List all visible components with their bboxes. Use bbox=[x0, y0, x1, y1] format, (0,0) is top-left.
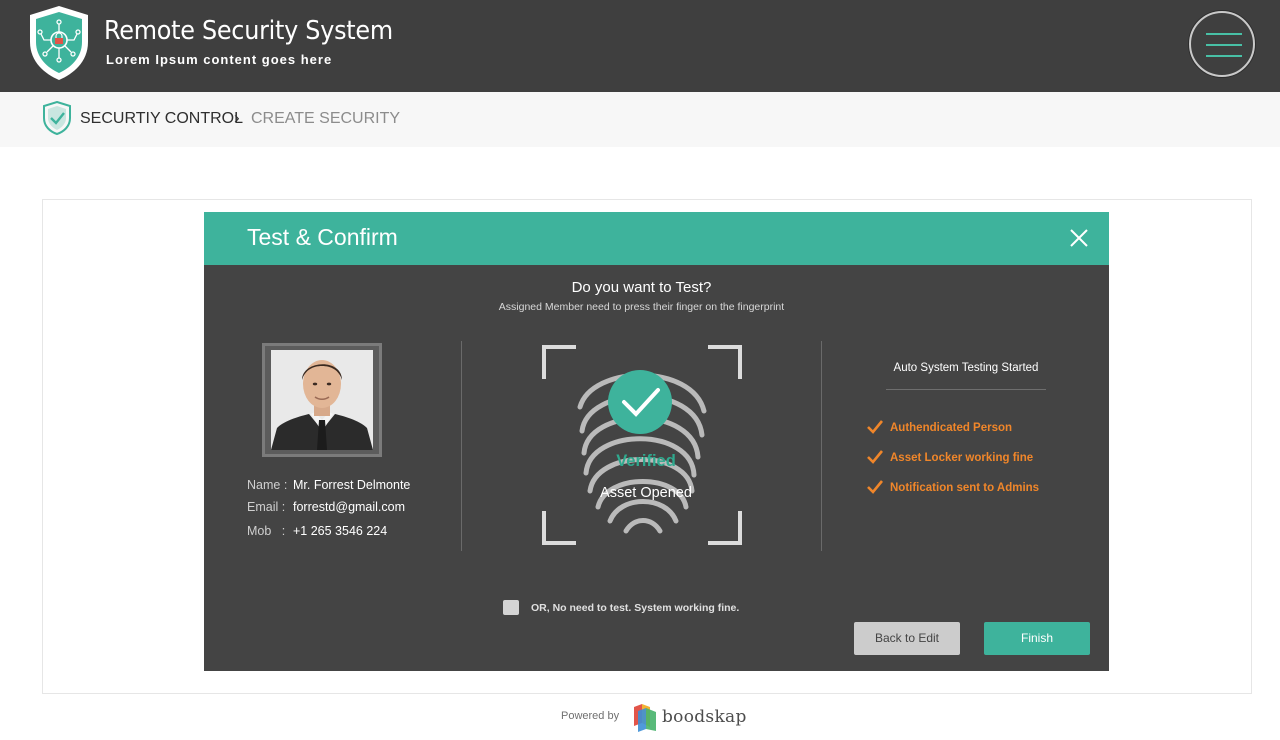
skip-test-label[interactable]: OR, No need to test. System working fine… bbox=[531, 602, 739, 614]
chevron-right-icon: › bbox=[234, 108, 240, 127]
mob-label: Mob : bbox=[247, 524, 286, 538]
powered-by-label: Powered by bbox=[561, 710, 620, 722]
boodskap-brand[interactable]: boodskap bbox=[662, 707, 747, 727]
breadcrumb-current: CREATE SECURITY bbox=[251, 110, 401, 127]
fingerprint-scanner-icon bbox=[542, 345, 742, 545]
menu-button[interactable] bbox=[1189, 11, 1255, 77]
member-photo-frame bbox=[262, 343, 382, 457]
checkmark-icon bbox=[867, 480, 884, 494]
member-photo bbox=[271, 350, 373, 450]
email-label: Email : bbox=[247, 500, 286, 514]
test-question: Do you want to Test? bbox=[571, 279, 712, 296]
app-header: Remote Security System Lorem Ipsum conte… bbox=[0, 0, 1280, 92]
breadcrumb: SECURTIY CONTROL › CREATE SECURITY bbox=[0, 92, 1280, 147]
verified-status: Verified bbox=[616, 452, 676, 470]
modal-title: Test & Confirm bbox=[247, 224, 398, 250]
finish-button[interactable]: Finish bbox=[984, 622, 1090, 655]
member-name: Mr. Forrest Delmonte bbox=[293, 478, 411, 492]
modal-header: Test & Confirm bbox=[204, 212, 1109, 265]
checkmark-icon bbox=[867, 420, 884, 434]
app-subtitle: Lorem Ipsum content goes here bbox=[106, 52, 333, 67]
name-label: Name : bbox=[247, 478, 288, 492]
auto-test-underline bbox=[886, 389, 1046, 390]
member-name-row: Name : Mr. Forrest Delmonte bbox=[247, 478, 410, 492]
divider bbox=[821, 341, 822, 551]
hamburger-icon bbox=[1206, 33, 1242, 35]
shield-logo-icon bbox=[30, 6, 88, 80]
member-email-row: Email : forrestd@gmail.com bbox=[247, 500, 405, 514]
close-icon[interactable] bbox=[1068, 227, 1090, 249]
test-confirm-modal: Test & Confirm Do you want to Test? Assi… bbox=[204, 212, 1109, 671]
back-to-edit-button[interactable]: Back to Edit bbox=[854, 622, 960, 655]
asset-opened-status: Asset Opened bbox=[600, 485, 692, 501]
member-email: forrestd@gmail.com bbox=[293, 500, 406, 514]
shield-check-icon bbox=[43, 101, 71, 135]
boodskap-logo-icon bbox=[634, 704, 656, 732]
test-instruction: Assigned Member need to press their fing… bbox=[498, 301, 785, 313]
app-title: Remote Security System bbox=[104, 16, 393, 46]
divider bbox=[461, 341, 462, 551]
auto-test-title: Auto System Testing Started bbox=[893, 362, 1039, 374]
member-mob: +1 265 3546 224 bbox=[293, 524, 388, 538]
breadcrumb-section-link[interactable]: SECURTIY CONTROL bbox=[80, 110, 243, 128]
checkmark-icon bbox=[867, 450, 884, 464]
skip-test-checkbox[interactable] bbox=[503, 600, 519, 615]
member-mob-row: Mob : +1 265 3546 224 bbox=[247, 524, 387, 538]
